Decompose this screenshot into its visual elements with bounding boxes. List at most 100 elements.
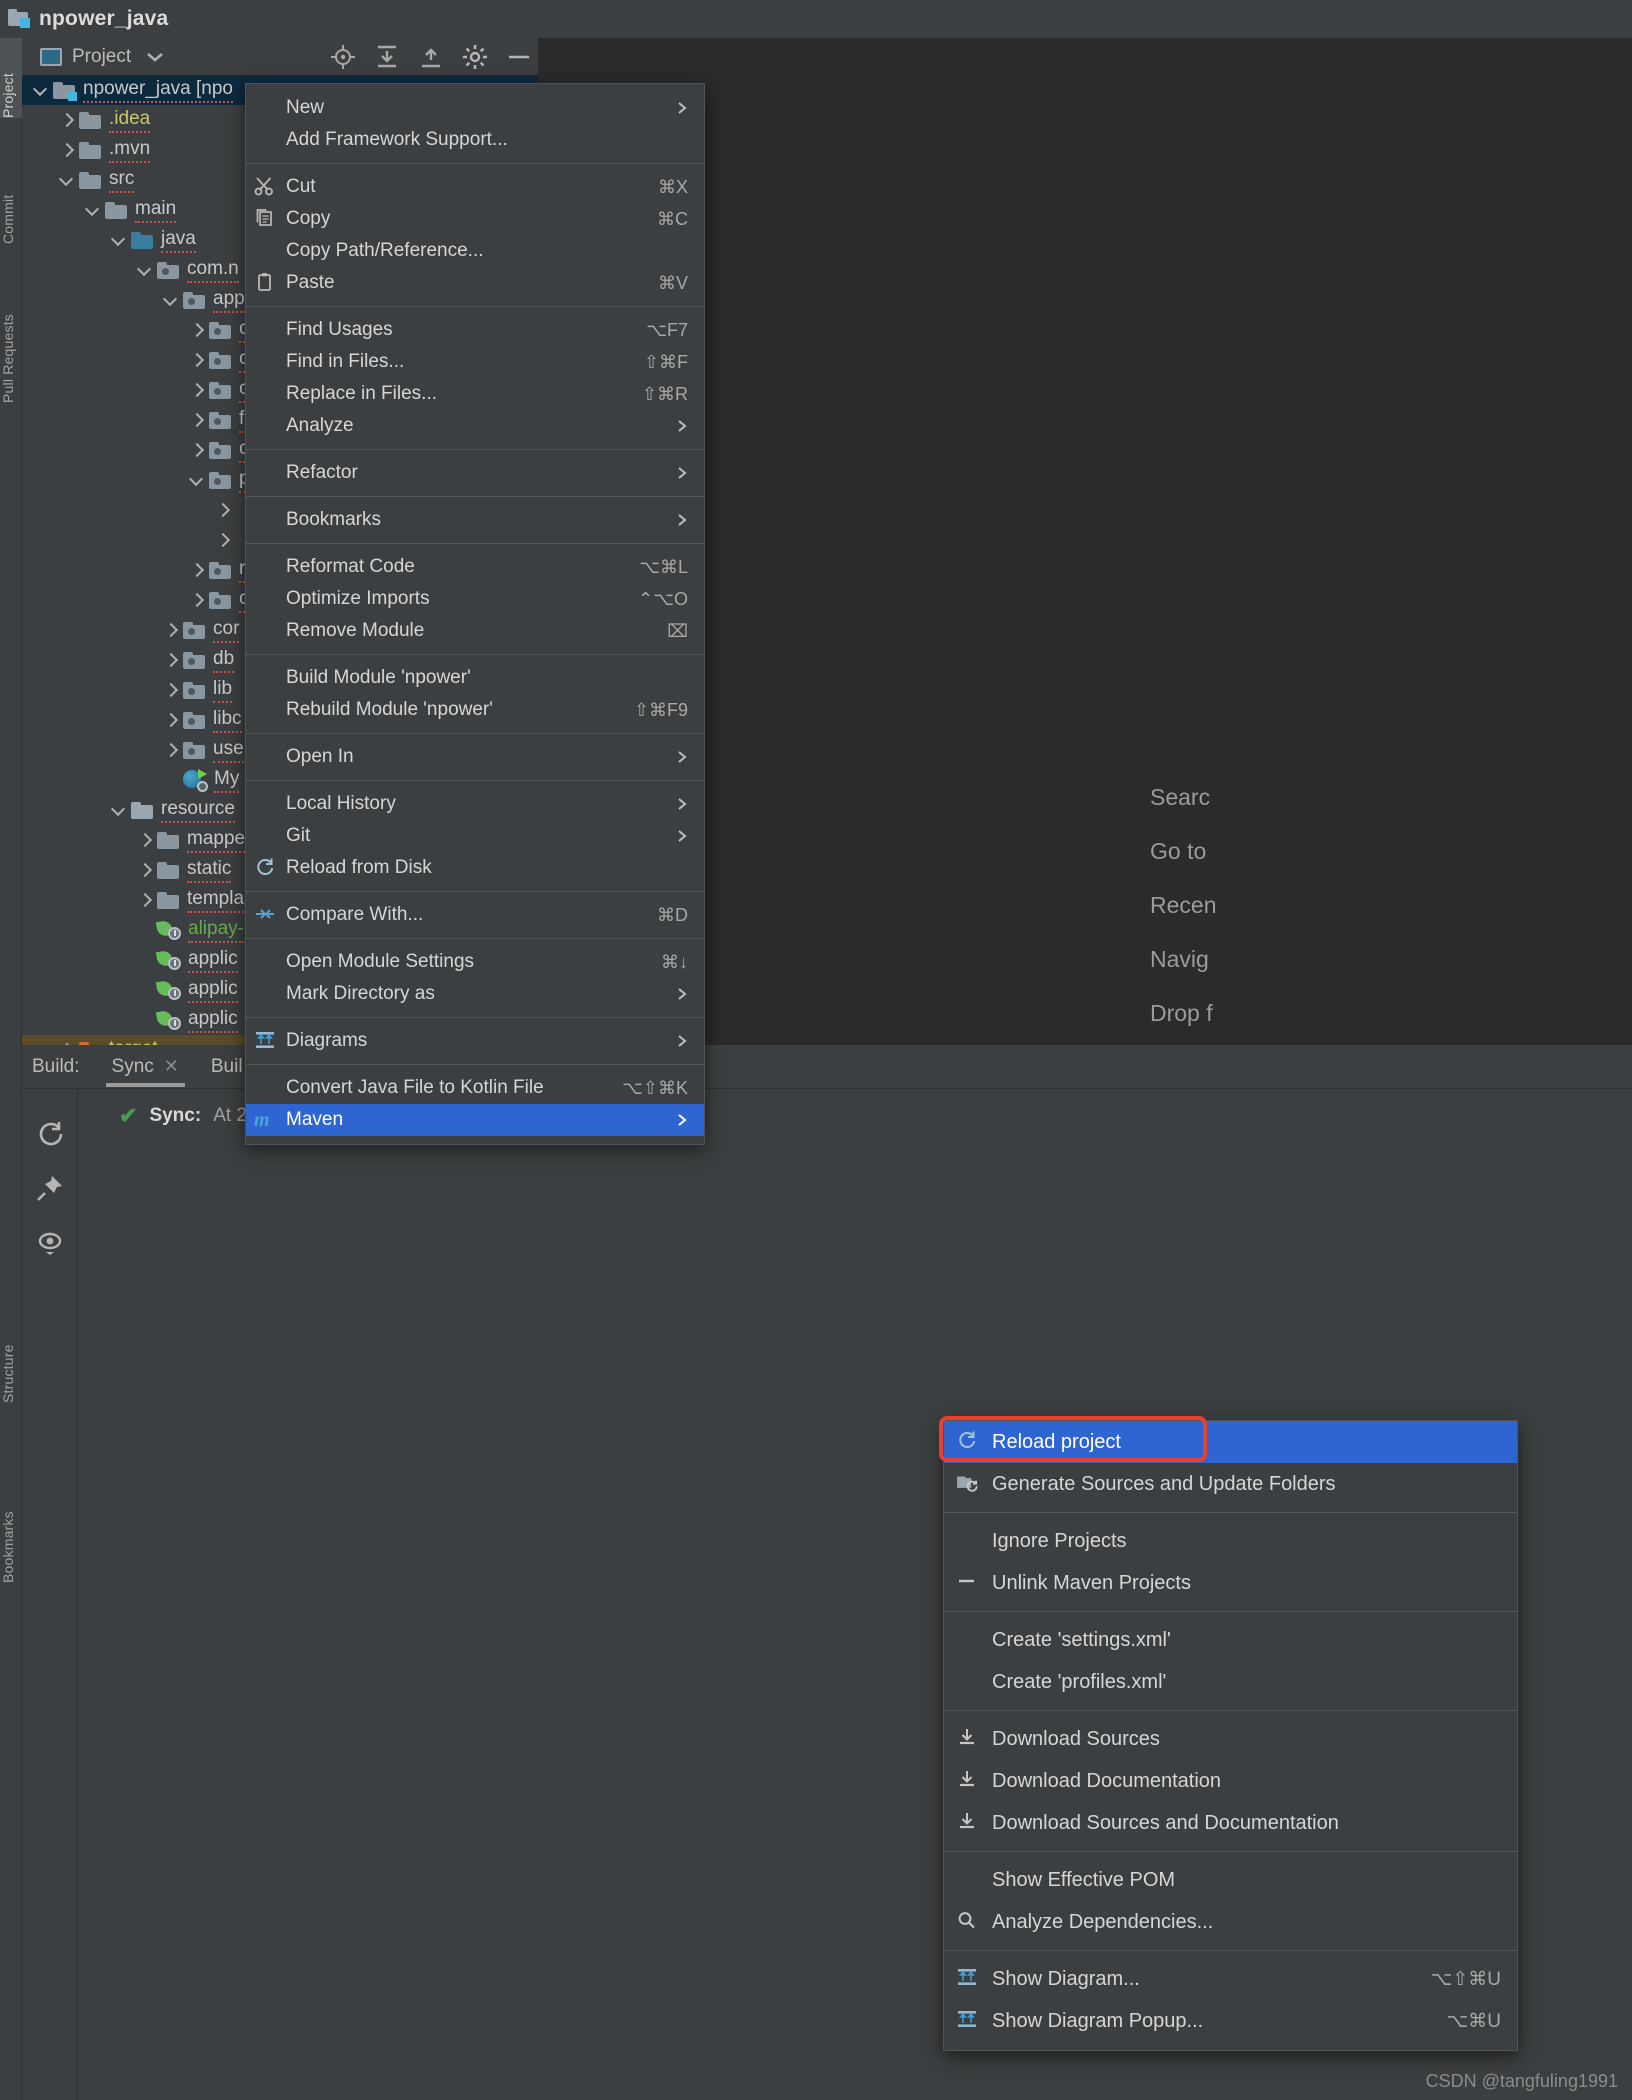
maven-submenu[interactable]: Reload project Generate Sources and Updat… bbox=[939, 1416, 1518, 2051]
chevron-right-icon[interactable] bbox=[164, 744, 177, 757]
menu-item[interactable]: Git bbox=[246, 820, 704, 852]
chevron-down-icon[interactable] bbox=[138, 264, 151, 277]
chevron-down-icon[interactable] bbox=[60, 174, 73, 187]
tab-sync[interactable]: Sync ✕ bbox=[96, 1045, 195, 1089]
maven-menu-item-label: Show Diagram Popup... bbox=[992, 2009, 1204, 2032]
settings-gear-icon[interactable] bbox=[462, 44, 488, 70]
menu-item[interactable]: Diagrams bbox=[246, 1025, 704, 1057]
menu-item[interactable]: Local History bbox=[246, 788, 704, 820]
chevron-right-icon[interactable] bbox=[190, 354, 203, 367]
menu-item[interactable]: Find in Files... ⇧⌘F bbox=[246, 346, 704, 378]
no-icon bbox=[254, 951, 280, 973]
chevron-right-icon[interactable] bbox=[164, 714, 177, 727]
menu-item[interactable]: Paste ⌘V bbox=[246, 267, 704, 299]
maven-menu-item[interactable]: Download Sources and Documentation bbox=[944, 1802, 1517, 1844]
chevron-down-icon[interactable] bbox=[86, 204, 99, 217]
menu-item-label: Compare With... bbox=[286, 904, 424, 925]
chevron-right-icon[interactable] bbox=[190, 594, 203, 607]
menu-item[interactable]: Add Framework Support... bbox=[246, 124, 704, 156]
maven-menu-item-label: Create 'profiles.xml' bbox=[992, 1670, 1167, 1693]
chevron-right-icon[interactable] bbox=[138, 834, 151, 847]
chevron-right-icon[interactable] bbox=[60, 144, 73, 157]
menu-item[interactable]: Convert Java File to Kotlin File ⌥⇧⌘K bbox=[246, 1072, 704, 1104]
menu-separator bbox=[246, 654, 704, 655]
sidebar-item-pull-requests[interactable]: Pull Requests bbox=[0, 263, 22, 403]
no-icon bbox=[956, 1868, 986, 1892]
maven-menu-item[interactable]: Show Diagram Popup... ⌥⌘U bbox=[944, 2000, 1517, 2042]
sidebar-item-bookmarks[interactable]: Bookmarks bbox=[0, 1463, 22, 1583]
menu-item[interactable]: m Maven bbox=[246, 1104, 704, 1136]
maven-menu-item[interactable]: Unlink Maven Projects bbox=[944, 1562, 1517, 1604]
chevron-right-icon[interactable] bbox=[190, 324, 203, 337]
tree-row-label: applic bbox=[188, 948, 238, 973]
maven-menu-item[interactable]: Generate Sources and Update Folders bbox=[944, 1463, 1517, 1505]
project-context-menu[interactable]: New Add Framework Support... Cut ⌘X Copy ⌘C Co… bbox=[245, 83, 705, 1145]
maven-menu-item[interactable]: Analyze Dependencies... bbox=[944, 1901, 1517, 1943]
sidebar-item-commit[interactable]: Commit bbox=[0, 158, 22, 244]
chevron-right-icon[interactable] bbox=[190, 384, 203, 397]
chevron-right-icon[interactable] bbox=[216, 534, 229, 547]
maven-menu-item[interactable]: Show Diagram... ⌥⇧⌘U bbox=[944, 1958, 1517, 2000]
chevron-right-icon[interactable] bbox=[190, 414, 203, 427]
pin-icon[interactable] bbox=[22, 1161, 78, 1215]
menu-item[interactable]: Cut ⌘X bbox=[246, 171, 704, 203]
menu-item[interactable]: Reformat Code ⌥⌘L bbox=[246, 551, 704, 583]
maven-menu-item-label: Create 'settings.xml' bbox=[992, 1628, 1171, 1651]
chevron-down-icon[interactable] bbox=[190, 474, 203, 487]
maven-menu-item[interactable]: Create 'profiles.xml' bbox=[944, 1661, 1517, 1703]
sidebar-item-project[interactable]: Project bbox=[0, 42, 22, 118]
chevron-right-icon[interactable] bbox=[164, 684, 177, 697]
spring-config-icon bbox=[155, 949, 181, 970]
menu-item[interactable]: Replace in Files... ⇧⌘R bbox=[246, 378, 704, 410]
chevron-down-icon[interactable] bbox=[164, 294, 177, 307]
menu-item-label: Maven bbox=[286, 1109, 344, 1130]
menu-item[interactable]: Remove Module ⌧ bbox=[246, 615, 704, 647]
maven-menu-item-label: Download Documentation bbox=[992, 1769, 1222, 1792]
close-icon[interactable]: ✕ bbox=[164, 1056, 179, 1077]
menu-item[interactable]: Copy Path/Reference... bbox=[246, 235, 704, 267]
menu-item[interactable]: Rebuild Module 'npower' ⇧⌘F9 bbox=[246, 694, 704, 726]
maven-menu-item[interactable]: Create 'settings.xml' bbox=[944, 1619, 1517, 1661]
menu-item[interactable]: Build Module 'npower' bbox=[246, 662, 704, 694]
chevron-down-icon[interactable] bbox=[34, 84, 47, 97]
menu-item[interactable]: Refactor bbox=[246, 457, 704, 489]
eye-icon[interactable] bbox=[22, 1215, 78, 1269]
sidebar-item-structure[interactable]: Structure bbox=[0, 1303, 22, 1403]
menu-item[interactable]: Compare With... ⌘D bbox=[246, 899, 704, 931]
menu-item[interactable]: Open Module Settings ⌘↓ bbox=[246, 946, 704, 978]
menu-item[interactable]: Open In bbox=[246, 741, 704, 773]
maven-menu-item[interactable]: Download Sources bbox=[944, 1718, 1517, 1760]
chevron-right-icon[interactable] bbox=[190, 444, 203, 457]
menu-item-shortcut: ⌥F7 bbox=[646, 319, 688, 340]
menu-item-shortcut: ⌘X bbox=[657, 176, 688, 197]
chevron-right-icon[interactable] bbox=[138, 864, 151, 877]
hide-window-icon[interactable] bbox=[506, 44, 532, 70]
chevron-down-icon[interactable] bbox=[112, 234, 125, 247]
menu-item[interactable]: New bbox=[246, 92, 704, 124]
chevron-down-icon[interactable] bbox=[145, 51, 165, 63]
menu-separator bbox=[246, 891, 704, 892]
menu-item[interactable]: Optimize Imports ⌃⌥O bbox=[246, 583, 704, 615]
chevron-right-icon[interactable] bbox=[138, 894, 151, 907]
maven-menu-item[interactable]: Ignore Projects bbox=[944, 1520, 1517, 1562]
maven-menu-item[interactable]: Download Documentation bbox=[944, 1760, 1517, 1802]
chevron-right-icon[interactable] bbox=[164, 624, 177, 637]
menu-item[interactable]: Reload from Disk bbox=[246, 852, 704, 884]
rerun-icon[interactable] bbox=[22, 1107, 78, 1161]
maven-menu-item[interactable]: Show Effective POM bbox=[944, 1859, 1517, 1901]
collapse-all-icon[interactable] bbox=[418, 44, 444, 70]
menu-item[interactable]: Bookmarks bbox=[246, 504, 704, 536]
chevron-down-icon[interactable] bbox=[112, 804, 125, 817]
chevron-right-icon[interactable] bbox=[164, 654, 177, 667]
maven-menu-item[interactable]: Reload project bbox=[939, 1416, 1517, 1463]
select-opened-file-icon[interactable] bbox=[330, 44, 356, 70]
menu-item[interactable]: Analyze bbox=[246, 410, 704, 442]
menu-item[interactable]: Mark Directory as bbox=[246, 978, 704, 1010]
chevron-right-icon[interactable] bbox=[60, 114, 73, 127]
expand-all-icon[interactable] bbox=[374, 44, 400, 70]
menu-item[interactable]: Find Usages ⌥F7 bbox=[246, 314, 704, 346]
maven-menu-item-label: Show Diagram... bbox=[992, 1967, 1140, 1990]
menu-item[interactable]: Copy ⌘C bbox=[246, 203, 704, 235]
chevron-right-icon[interactable] bbox=[190, 564, 203, 577]
chevron-right-icon[interactable] bbox=[216, 504, 229, 517]
